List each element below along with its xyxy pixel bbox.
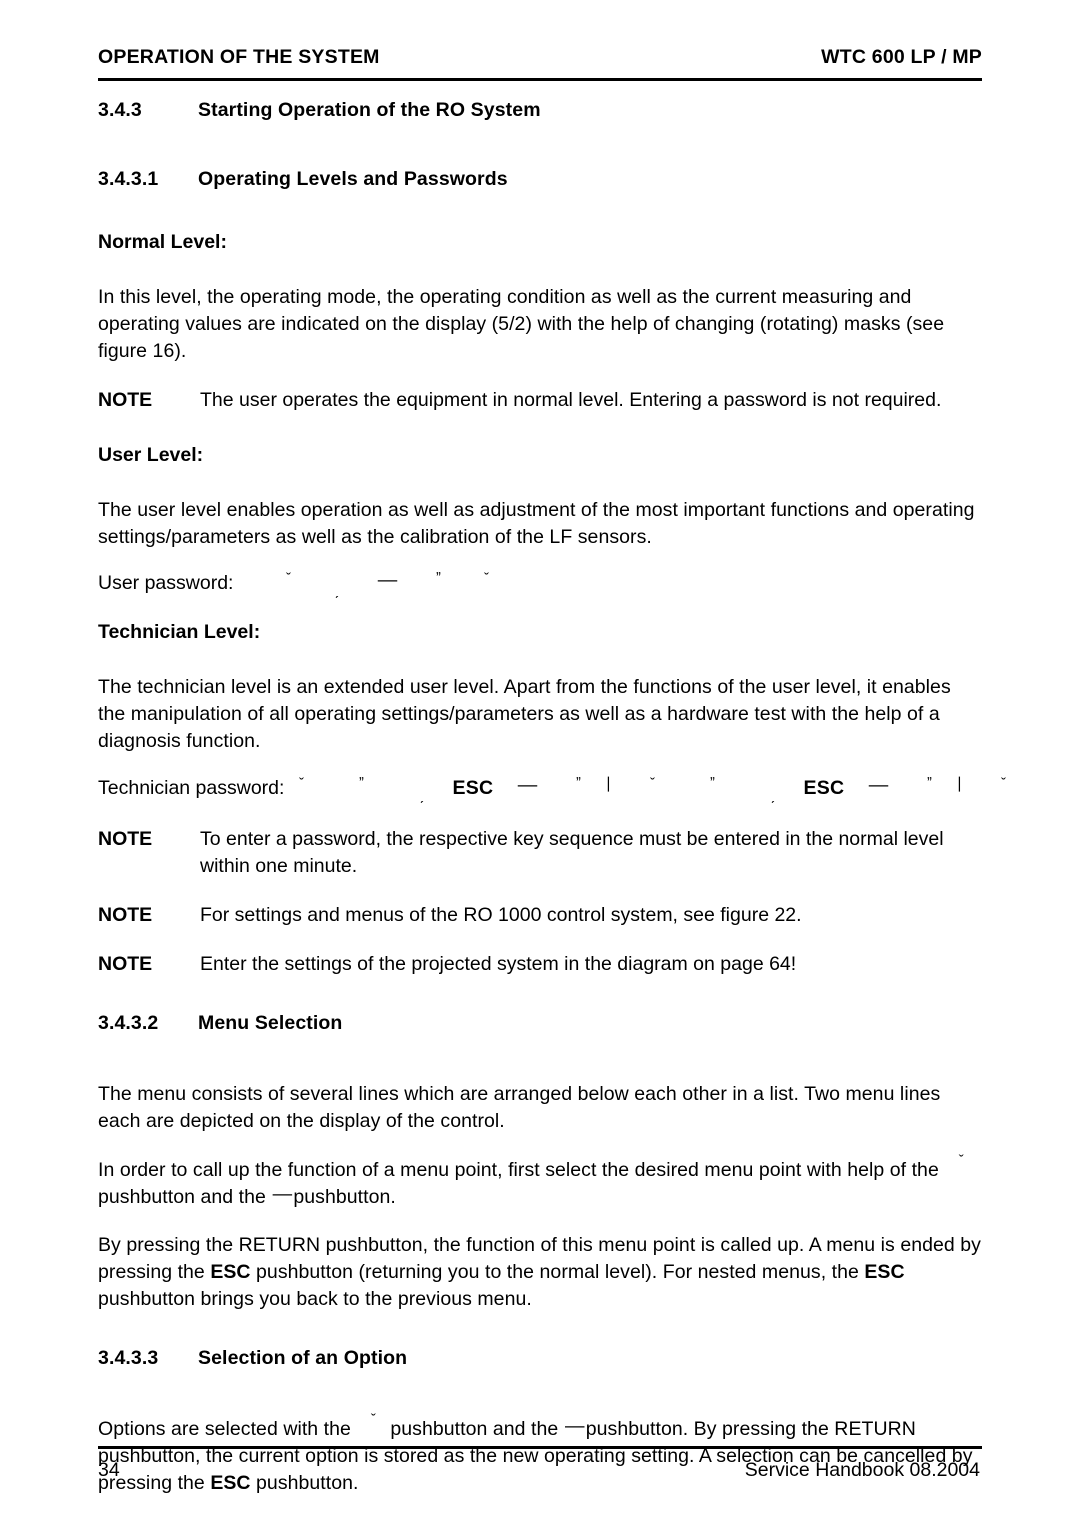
key-glyph-dash: — — [564, 1415, 585, 1438]
technician-password-label: Technician password: — [98, 777, 285, 800]
section-number: 3.4.3.3 — [98, 1347, 159, 1370]
user-level-paragraph: The user level enables operation as well… — [98, 498, 975, 548]
document-page: OPERATION OF THE SYSTEM WTC 600 LP / MP … — [0, 0, 1080, 1528]
esc-keyword: ESC — [864, 1261, 905, 1284]
header-left-title: OPERATION OF THE SYSTEM — [98, 46, 380, 68]
footer-imprint: Service Handbook 08.2004 — [744, 1459, 980, 1481]
section-heading-3-4-3: 3.4.3 Starting Operation of the RO Syste… — [98, 99, 982, 122]
key-glyph-double: ˮ — [926, 775, 932, 793]
key-glyph-up: ˇ — [649, 775, 655, 793]
section-title: Operating Levels and Passwords — [198, 168, 508, 190]
key-esc: ESC — [452, 777, 494, 800]
key-glyph-double: ˮ — [358, 775, 364, 793]
key-glyph-bar: ❘ — [953, 775, 966, 793]
technician-level-heading: Technician Level: — [98, 621, 261, 644]
note-normal-level: NOTE The user operates the equipment in … — [98, 387, 982, 414]
note-label: NOTE — [98, 828, 153, 851]
menu-paragraph3-part-c: pushbutton brings you back to the previo… — [98, 1288, 532, 1311]
key-glyph-up: ˇ — [483, 570, 489, 588]
menu-paragraph2-part-b: pushbutton and the — [98, 1185, 266, 1208]
section-title: Starting Operation of the RO System — [198, 99, 541, 121]
page-number: 34 — [98, 1459, 120, 1481]
section-title: Menu Selection — [198, 1011, 343, 1034]
menu-paragraph2-part-c: pushbutton. — [293, 1185, 396, 1208]
note-label: NOTE — [98, 388, 153, 411]
key-glyph-dash: — — [377, 569, 398, 592]
running-header: OPERATION OF THE SYSTEM WTC 600 LP / MP — [98, 0, 982, 69]
key-glyph-down: ˏ — [418, 787, 424, 805]
section-heading-3-4-3-2: 3.4.3.2 Menu Selection — [98, 1012, 982, 1035]
footer-divider — [98, 1446, 982, 1449]
key-glyph-double: ˮ — [709, 775, 715, 793]
note-diagram-page: NOTE Enter the settings of the projected… — [98, 951, 982, 978]
section-number: 3.4.3 — [98, 99, 142, 121]
technician-level-paragraph: The technician level is an extended user… — [98, 676, 951, 753]
user-password-key-sequence: ˇ ˏ — ˮ ˇ — [271, 569, 503, 599]
key-glyph-dash: — — [517, 774, 538, 797]
option-part-b: pushbutton and the — [390, 1418, 559, 1441]
option-part-a: Options are selected with the — [98, 1418, 351, 1441]
user-password-row: User password: ˇ ˏ — ˮ ˇ — [98, 569, 982, 599]
key-glyph-dash: — — [868, 774, 889, 797]
note-text: To enter a password, the respective key … — [200, 828, 944, 878]
menu-selection-paragraph-2: In order to call up the function of a me… — [98, 1152, 982, 1211]
section-number: 3.4.3.2 — [98, 1011, 159, 1034]
menu-paragraph2-part-a: In order to call up the function of a me… — [98, 1158, 939, 1181]
note-label: NOTE — [98, 952, 153, 975]
page-footer: 34 Service Handbook 08.2004 — [98, 1446, 982, 1482]
esc-keyword: ESC — [210, 1261, 251, 1284]
key-glyph-up: ˇ — [298, 775, 304, 793]
note-text: Enter the settings of the projected syst… — [200, 952, 797, 975]
menu-selection-paragraph-1: The menu consists of several lines which… — [98, 1082, 941, 1132]
normal-level-paragraph: In this level, the operating mode, the o… — [98, 286, 945, 362]
key-glyph-up: ˇ — [370, 1411, 376, 1429]
note-text: The user operates the equipment in norma… — [200, 388, 942, 411]
key-glyph-dash: — — [272, 1182, 293, 1205]
menu-selection-paragraph-3: By pressing the RETURN pushbutton, the f… — [98, 1232, 982, 1313]
key-glyph-up: ˇ — [285, 570, 291, 588]
section-number: 3.4.3.1 — [98, 168, 159, 190]
note-text: For settings and menus of the RO 1000 co… — [200, 903, 802, 926]
key-glyph-down: ˏ — [333, 582, 339, 600]
header-right-title: WTC 600 LP / MP — [821, 46, 982, 68]
note-ro1000-figure: NOTE For settings and menus of the RO 10… — [98, 902, 982, 929]
section-heading-3-4-3-3: 3.4.3.3 Selection of an Option — [98, 1347, 982, 1370]
note-password-entry: NOTE To enter a password, the respective… — [98, 826, 982, 880]
menu-paragraph3-part-b: pushbutton (returning you to the normal … — [256, 1261, 859, 1284]
key-glyph-down: ˏ — [769, 787, 775, 805]
section-heading-3-4-3-1: 3.4.3.1 Operating Levels and Passwords — [98, 168, 982, 191]
technician-password-key-sequence: ˇ ˮ ˏ ESC — ˮ ❘ ˇ ˮ ˏ ESC — ˮ ❘ ˇ — [284, 774, 1020, 804]
key-glyph-bar: ❘ — [602, 775, 615, 793]
key-glyph-up: ˇ — [1000, 775, 1006, 793]
note-label: NOTE — [98, 903, 153, 926]
user-password-label: User password: — [98, 572, 234, 595]
key-glyph-up: ˇ — [958, 1151, 964, 1169]
key-glyph-double: ˮ — [575, 775, 581, 793]
key-esc: ESC — [803, 777, 845, 800]
section-title: Selection of an Option — [198, 1347, 408, 1370]
normal-level-heading: Normal Level: — [98, 231, 227, 253]
key-glyph-double: ˮ — [435, 570, 441, 588]
technician-password-row: Technician password: ˇ ˮ ˏ ESC — ˮ ❘ ˇ ˮ… — [98, 774, 1006, 804]
user-level-heading: User Level: — [98, 443, 204, 466]
